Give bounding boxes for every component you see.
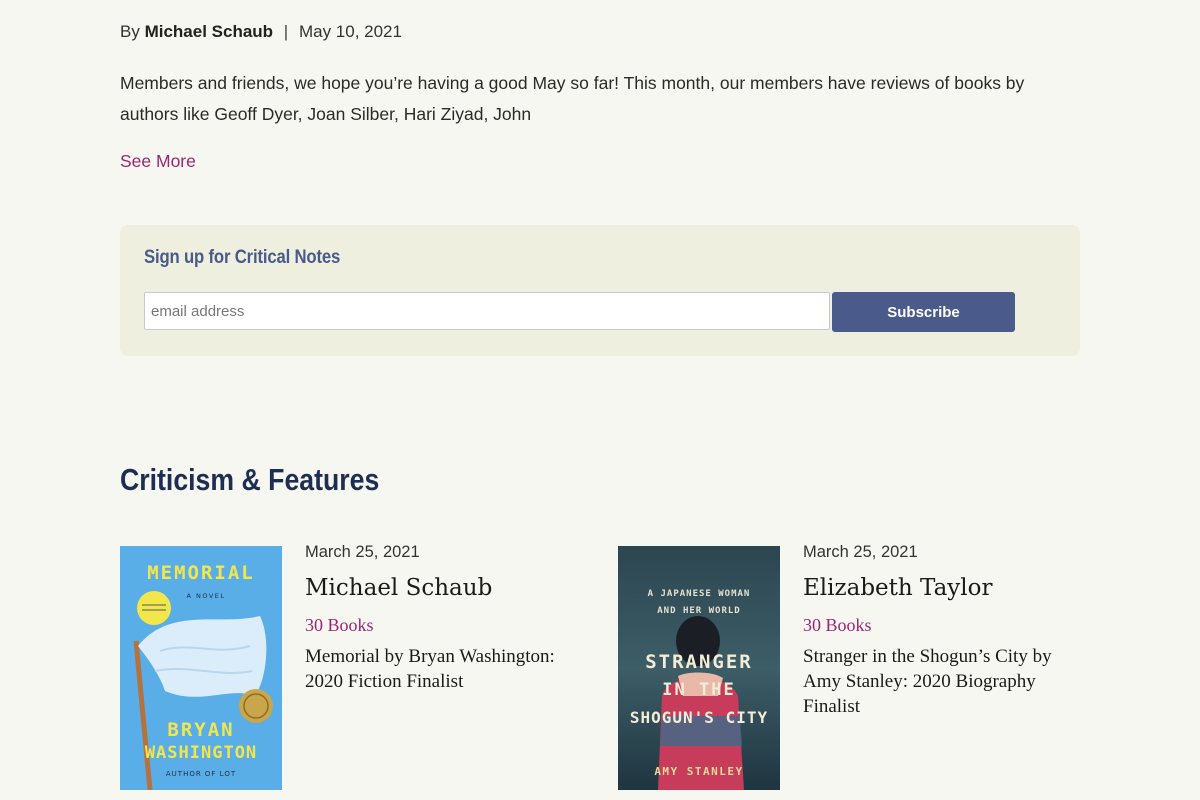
cover-author-line2: WASHINGTON <box>145 743 257 763</box>
cover-title1: STRANGER <box>645 651 753 673</box>
card-meta: March 25, 2021 Elizabeth Taylor 30 Books… <box>803 543 1083 719</box>
cover-subtitle: A NOVEL <box>186 592 225 600</box>
book-cover-stranger-in-the-shoguns-city[interactable]: A JAPANESE WOMAN AND HER WORLD STRANGER … <box>618 546 780 790</box>
cover-title3: SHOGUN'S CITY <box>630 708 768 727</box>
byline-prefix: By <box>120 22 140 41</box>
cover-title2: IN THE <box>662 680 735 700</box>
byline-author[interactable]: Michael Schaub <box>145 22 273 41</box>
cover-title: MEMORIAL <box>147 562 255 584</box>
byline-date: May 10, 2021 <box>298 22 402 41</box>
cover-author-line1: BRYAN <box>167 719 234 741</box>
byline-separator: | <box>283 22 289 41</box>
book-cover-memorial[interactable]: MEMORIAL A NOVEL BRYAN WASHINGTON AUTHOR… <box>120 546 282 790</box>
card-date: March 25, 2021 <box>305 543 420 561</box>
card-author-link[interactable]: Michael Schaub <box>305 575 585 601</box>
card-title-link[interactable]: Stranger in the Shogun’s City by Amy Sta… <box>803 644 1073 719</box>
card-category-link[interactable]: 30 Books <box>305 615 585 636</box>
email-field[interactable] <box>144 292 830 330</box>
section-title: Criticism & Features <box>120 462 380 497</box>
cover-tagline2: AND HER WORLD <box>657 606 740 616</box>
card-category-link[interactable]: 30 Books <box>803 615 1083 636</box>
article-excerpt: Members and friends, we hope you’re havi… <box>120 73 1025 124</box>
signup-title: Sign up for Critical Notes <box>144 247 341 268</box>
cover-footer: AUTHOR OF LOT <box>166 770 236 778</box>
card-author-link[interactable]: Elizabeth Taylor <box>803 575 1083 601</box>
card-meta: March 25, 2021 Michael Schaub 30 Books M… <box>305 543 585 694</box>
article-byline: By Michael Schaub | May 10, 2021 <box>120 22 402 42</box>
see-more-link[interactable]: See More <box>120 151 196 172</box>
card-date: March 25, 2021 <box>803 543 918 561</box>
subscribe-button[interactable]: Subscribe <box>832 292 1015 332</box>
cover-author: AMY STANLEY <box>654 765 743 778</box>
newsletter-signup-box: Sign up for Critical Notes Subscribe <box>120 225 1080 356</box>
card-title-link[interactable]: Memorial by Bryan Washington: 2020 Ficti… <box>305 644 575 694</box>
cover-tagline1: A JAPANESE WOMAN <box>648 589 751 599</box>
